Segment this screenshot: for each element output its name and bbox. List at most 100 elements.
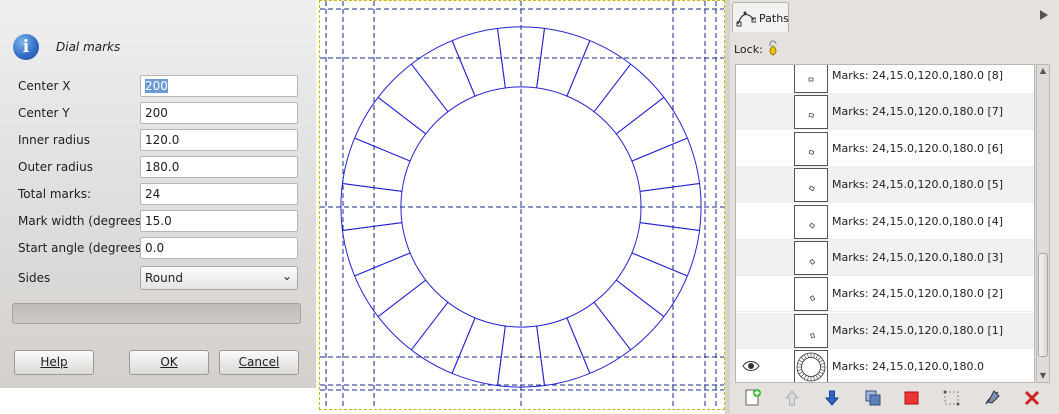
tab-menu-icon[interactable]	[1039, 9, 1049, 21]
tab-paths[interactable]: Paths	[732, 2, 789, 32]
center-x-label: Center X	[18, 79, 71, 93]
outer-radius-row: Outer radius 180.0	[0, 156, 316, 180]
outer-radius-input[interactable]: 180.0	[140, 156, 298, 178]
guides	[320, 1, 724, 409]
path-thumbnail	[794, 131, 828, 166]
path-thumbnail	[794, 168, 828, 203]
info-icon: i	[13, 34, 39, 60]
cancel-button[interactable]: Cancel	[219, 350, 299, 375]
lock-position-icon[interactable]	[767, 40, 779, 56]
visibility-toggle[interactable]	[742, 104, 760, 118]
sides-label: Sides	[18, 271, 51, 285]
dial-mark-edge	[410, 63, 449, 113]
help-button-label: Help	[40, 355, 68, 369]
mark-width-input[interactable]: 15.0	[140, 210, 298, 232]
dial-mark-edge	[566, 40, 591, 97]
image-canvas[interactable]	[319, 0, 725, 410]
mark-width-label: Mark width (degrees)	[18, 214, 146, 228]
ok-button-label: OK	[160, 355, 178, 369]
center-y-label: Center Y	[18, 106, 70, 120]
canvas-drawing	[320, 1, 724, 409]
sides-value: Round	[145, 271, 183, 285]
dial-mark-edge	[342, 182, 403, 192]
center-y-input[interactable]: 200	[140, 102, 298, 124]
dial-mark-edge	[631, 137, 688, 162]
chevron-down-icon: ⌄	[281, 269, 292, 283]
path-row[interactable]: Marks: 24,15.0,120.0,180.0 [3]	[736, 240, 1034, 276]
visibility-toggle[interactable]	[742, 286, 760, 300]
inner-radius-input[interactable]: 120.0	[140, 129, 298, 151]
outer-radius-label: Outer radius	[18, 160, 93, 174]
selection-to-path-icon[interactable]	[942, 388, 962, 408]
visibility-toggle[interactable]	[742, 214, 760, 228]
lower-path-icon[interactable]	[822, 388, 842, 408]
path-thumbnail	[794, 65, 828, 93]
path-name: Marks: 24,15.0,120.0,180.0 [5]	[832, 178, 1004, 192]
lock-label: Lock:	[734, 43, 763, 56]
sides-select[interactable]: Round ⌄	[140, 266, 298, 290]
path-row[interactable]: Marks: 24,15.0,120.0,180.0 [6]	[736, 131, 1034, 167]
path-row[interactable]: Marks: 24,15.0,120.0,180.0 [2]	[736, 276, 1034, 313]
dial-mark-edge	[639, 182, 700, 192]
paths-list: Marks: 24,15.0,120.0,180.0 [8] Marks: 24,…	[735, 64, 1035, 383]
scroll-thumb[interactable]	[1038, 253, 1048, 357]
duplicate-path-icon[interactable]	[863, 388, 883, 408]
inner-radius-row: Inner radius 120.0	[0, 129, 316, 153]
dial-mark-edge	[342, 222, 403, 232]
dial-mark-edge	[377, 96, 427, 135]
scroll-down-icon[interactable]: ▼	[1037, 370, 1049, 382]
path-row[interactable]: Marks: 24,15.0,120.0,180.0 [7]	[736, 94, 1034, 131]
visibility-toggle[interactable]	[742, 323, 760, 337]
total-marks-label: Total marks:	[18, 187, 92, 201]
dial-mark-edge	[354, 137, 411, 162]
dial-mark-edge	[593, 301, 632, 351]
dial-mark-edge	[566, 317, 591, 374]
paths-list-scrollbar[interactable]: ▲ ▼	[1036, 64, 1050, 383]
paint-along-path-icon[interactable]	[982, 388, 1002, 408]
sides-row: Sides Round ⌄	[0, 266, 316, 290]
dial-mark-edge	[377, 279, 427, 318]
new-path-icon[interactable]	[743, 388, 763, 408]
path-to-selection-icon[interactable]	[902, 388, 922, 408]
dial-marks-dialog: i Dial marks Center X 200 Center Y 200 I…	[0, 0, 316, 388]
dial-mark-edge	[536, 325, 546, 386]
path-name: Marks: 24,15.0,120.0,180.0 [7]	[832, 105, 1004, 119]
visibility-toggle[interactable]	[742, 68, 760, 82]
path-name: Marks: 24,15.0,120.0,180.0	[832, 360, 985, 374]
delete-path-icon[interactable]	[1022, 388, 1042, 408]
path-thumbnail	[794, 204, 828, 239]
center-y-row: Center Y 200	[0, 102, 316, 126]
dial-mark-edge	[615, 96, 665, 135]
path-row[interactable]: Marks: 24,15.0,120.0,180.0 [8]	[736, 65, 1034, 94]
mark-width-row: Mark width (degrees) 15.0	[0, 210, 316, 234]
visibility-toggle[interactable]	[742, 177, 760, 191]
path-row[interactable]: Marks: 24,15.0,120.0,180.0	[736, 349, 1034, 382]
total-marks-row: Total marks: 24	[0, 183, 316, 207]
ok-button[interactable]: OK	[129, 350, 209, 375]
center-x-input[interactable]: 200	[140, 75, 298, 97]
visibility-toggle[interactable]	[742, 359, 760, 373]
help-button[interactable]: Help	[14, 350, 94, 375]
start-angle-row: Start angle (degrees) 0.0	[0, 237, 316, 261]
raise-path-icon[interactable]	[782, 388, 802, 408]
total-marks-input[interactable]: 24	[140, 183, 298, 205]
path-row[interactable]: Marks: 24,15.0,120.0,180.0 [1]	[736, 312, 1034, 349]
path-thumbnail	[794, 277, 828, 312]
visibility-toggle[interactable]	[742, 141, 760, 155]
dial-mark-edge	[631, 252, 688, 277]
path-row[interactable]: Marks: 24,15.0,120.0,180.0 [4]	[736, 204, 1034, 240]
path-row[interactable]: Marks: 24,15.0,120.0,180.0 [5]	[736, 167, 1034, 204]
progress-bar	[12, 303, 301, 324]
tab-paths-label: Paths	[759, 12, 789, 25]
dial-mark-edge	[639, 222, 700, 232]
dial-mark-edge	[354, 252, 411, 277]
dial-mark-edge	[593, 63, 632, 113]
path-name: Marks: 24,15.0,120.0,180.0 [2]	[832, 287, 1004, 301]
dial-mark-edge	[451, 317, 476, 374]
scroll-up-icon[interactable]: ▲	[1037, 65, 1049, 77]
inner-radius-label: Inner radius	[18, 133, 90, 147]
start-angle-input[interactable]: 0.0	[140, 237, 298, 259]
visibility-toggle[interactable]	[742, 250, 760, 264]
paths-dock: Paths Lock: Marks: 24,15.0,120.0,180.0 […	[730, 0, 1059, 414]
path-name: Marks: 24,15.0,120.0,180.0 [1]	[832, 323, 1004, 337]
